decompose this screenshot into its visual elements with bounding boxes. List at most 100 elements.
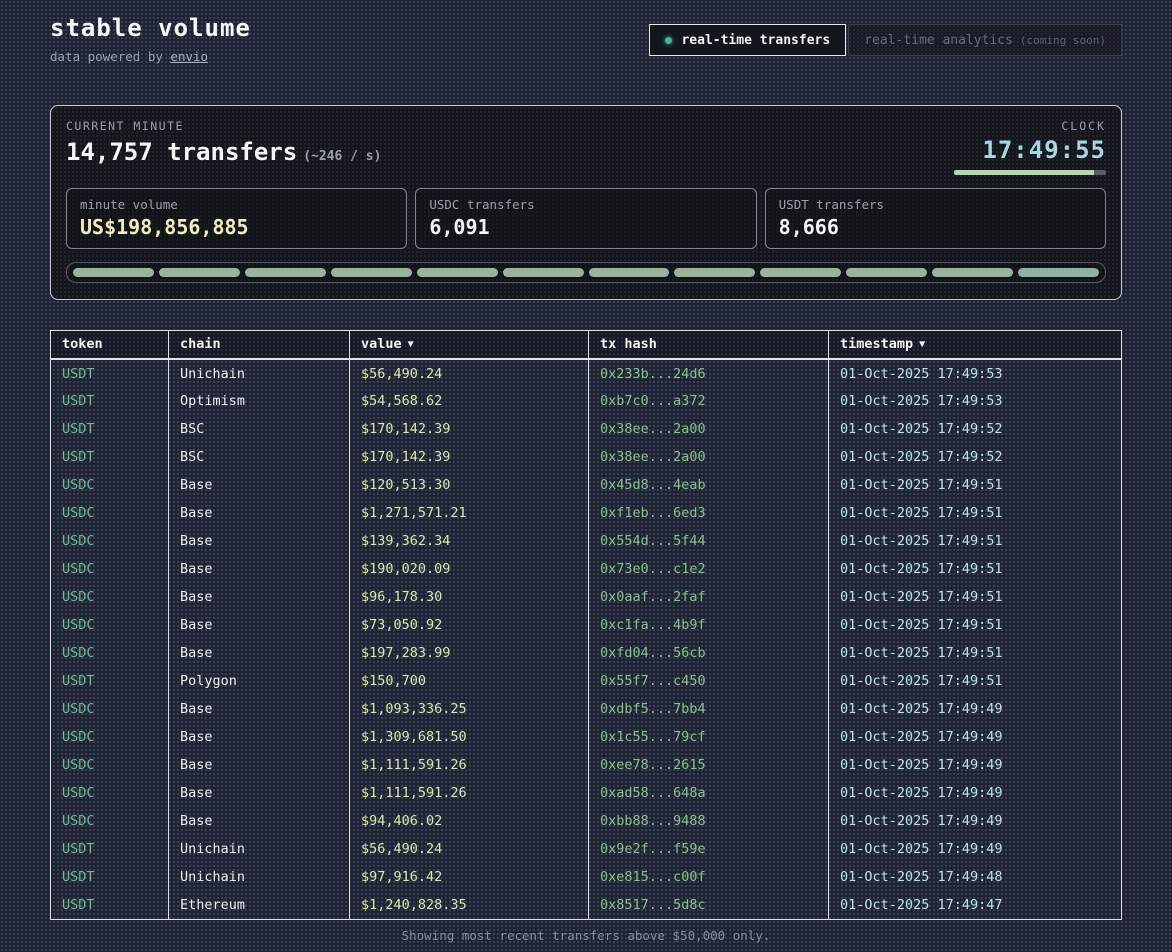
- stat-label: minute volume: [80, 197, 393, 212]
- minute-segment: [331, 268, 412, 277]
- cell-token: USDT: [51, 891, 169, 919]
- cell-token: USDC: [51, 639, 169, 667]
- table-row: USDCBase$1,111,591.260xee78...261501-Oct…: [51, 751, 1122, 779]
- cell-value: $139,362.34: [350, 527, 589, 555]
- cell-chain: Base: [169, 527, 350, 555]
- cell-tx_hash[interactable]: 0x38ee...2a00: [589, 443, 829, 471]
- cell-tx_hash[interactable]: 0x233b...24d6: [589, 359, 829, 387]
- cell-tx_hash[interactable]: 0xf1eb...6ed3: [589, 499, 829, 527]
- cell-chain: Base: [169, 499, 350, 527]
- cell-timestamp: 01-Oct-2025 17:49:51: [829, 499, 1122, 527]
- cell-timestamp: 01-Oct-2025 17:49:52: [829, 415, 1122, 443]
- cell-tx_hash[interactable]: 0x55f7...c450: [589, 667, 829, 695]
- cell-chain: Unichain: [169, 863, 350, 891]
- cell-value: $96,178.30: [350, 583, 589, 611]
- cell-value: $1,111,591.26: [350, 779, 589, 807]
- cell-token: USDC: [51, 611, 169, 639]
- cell-chain: BSC: [169, 443, 350, 471]
- table-row: USDCBase$1,111,591.260xad58...648a01-Oct…: [51, 779, 1122, 807]
- table-row: USDCBase$73,050.920xc1fa...4b9f01-Oct-20…: [51, 611, 1122, 639]
- stat-value: 8,666: [779, 215, 1092, 239]
- cell-tx_hash[interactable]: 0x8517...5d8c: [589, 891, 829, 919]
- cell-tx_hash[interactable]: 0x9e2f...f59e: [589, 835, 829, 863]
- page-header: stable volume data powered by envio real…: [50, 0, 1122, 105]
- cell-token: USDC: [51, 583, 169, 611]
- cell-timestamp: 01-Oct-2025 17:49:51: [829, 471, 1122, 499]
- current-minute-block: CURRENT MINUTE 14,757 transfers(~246 / s…: [66, 119, 381, 166]
- current-minute-label: CURRENT MINUTE: [66, 119, 381, 133]
- cell-tx_hash[interactable]: 0x0aaf...2faf: [589, 583, 829, 611]
- cell-chain: Base: [169, 555, 350, 583]
- sort-desc-icon: ▼: [408, 339, 414, 350]
- minute-segment: [760, 268, 841, 277]
- cell-value: $73,050.92: [350, 611, 589, 639]
- cell-tx_hash[interactable]: 0xfd04...56cb: [589, 639, 829, 667]
- col-header-tx-hash[interactable]: tx hash: [589, 331, 829, 360]
- tab-label: real-time analytics: [864, 33, 1013, 48]
- minute-segment: [245, 268, 326, 277]
- clock-label: CLOCK: [954, 119, 1106, 133]
- cell-token: USDT: [51, 387, 169, 415]
- cell-value: $1,309,681.50: [350, 723, 589, 751]
- cell-timestamp: 01-Oct-2025 17:49:53: [829, 359, 1122, 387]
- view-tabs: real-time transfers real-time analytics …: [649, 24, 1122, 56]
- cell-token: USDC: [51, 751, 169, 779]
- cell-tx_hash[interactable]: 0xad58...648a: [589, 779, 829, 807]
- cell-value: $120,513.30: [350, 471, 589, 499]
- cell-value: $56,490.24: [350, 359, 589, 387]
- cell-chain: Unichain: [169, 359, 350, 387]
- cell-token: USDC: [51, 471, 169, 499]
- clock-block: CLOCK 17:49:55: [954, 119, 1106, 175]
- cell-tx_hash[interactable]: 0xbb88...9488: [589, 807, 829, 835]
- cell-value: $170,142.39: [350, 415, 589, 443]
- transfers-table: token chain value▼ tx hash timestamp▼ US…: [50, 330, 1122, 920]
- cell-token: USDT: [51, 863, 169, 891]
- cell-value: $197,283.99: [350, 639, 589, 667]
- cell-tx_hash[interactable]: 0xdbf5...7bb4: [589, 695, 829, 723]
- col-header-chain[interactable]: chain: [169, 331, 350, 360]
- cell-token: USDT: [51, 667, 169, 695]
- tab-real-time-analytics[interactable]: real-time analytics (coming soon): [848, 24, 1122, 56]
- cell-tx_hash[interactable]: 0x45d8...4eab: [589, 471, 829, 499]
- stat-usdc-transfers: USDC transfers 6,091: [415, 188, 756, 249]
- cell-tx_hash[interactable]: 0x38ee...2a00: [589, 415, 829, 443]
- transfers-rate: (~246 / s): [303, 149, 381, 164]
- cell-chain: BSC: [169, 415, 350, 443]
- sort-desc-icon: ▼: [919, 339, 925, 350]
- cell-value: $54,568.62: [350, 387, 589, 415]
- clock-time: 17:49:55: [954, 136, 1106, 164]
- cell-tx_hash[interactable]: 0x1c55...79cf: [589, 723, 829, 751]
- cell-tx_hash[interactable]: 0xee78...2615: [589, 751, 829, 779]
- cell-token: USDC: [51, 555, 169, 583]
- cell-timestamp: 01-Oct-2025 17:49:49: [829, 807, 1122, 835]
- minute-segment: [932, 268, 1013, 277]
- cell-value: $94,406.02: [350, 807, 589, 835]
- cell-token: USDC: [51, 527, 169, 555]
- cell-tx_hash[interactable]: 0xb7c0...a372: [589, 387, 829, 415]
- coming-soon-note: (coming soon): [1020, 34, 1106, 47]
- cell-chain: Base: [169, 611, 350, 639]
- cell-value: $1,271,571.21: [350, 499, 589, 527]
- cell-tx_hash[interactable]: 0xc1fa...4b9f: [589, 611, 829, 639]
- cell-value: $1,111,591.26: [350, 751, 589, 779]
- transfers-count: 14,757 transfers(~246 / s): [66, 138, 381, 166]
- cell-tx_hash[interactable]: 0xe815...c00f: [589, 863, 829, 891]
- cell-chain: Base: [169, 807, 350, 835]
- minute-segment: [674, 268, 755, 277]
- cell-chain: Base: [169, 723, 350, 751]
- table-row: USDCBase$120,513.300x45d8...4eab01-Oct-2…: [51, 471, 1122, 499]
- table-row: USDCBase$1,093,336.250xdbf5...7bb401-Oct…: [51, 695, 1122, 723]
- table-row: USDCBase$190,020.090x73e0...c1e201-Oct-2…: [51, 555, 1122, 583]
- tab-real-time-transfers[interactable]: real-time transfers: [649, 24, 846, 56]
- stat-label: USDT transfers: [779, 197, 1092, 212]
- cell-value: $150,700: [350, 667, 589, 695]
- col-header-timestamp[interactable]: timestamp▼: [829, 331, 1122, 360]
- envio-link[interactable]: envio: [170, 49, 208, 64]
- col-header-token[interactable]: token: [51, 331, 169, 360]
- cell-tx_hash[interactable]: 0x554d...5f44: [589, 527, 829, 555]
- cell-tx_hash[interactable]: 0x73e0...c1e2: [589, 555, 829, 583]
- table-row: USDTOptimism$54,568.620xb7c0...a37201-Oc…: [51, 387, 1122, 415]
- minute-segments: [66, 262, 1106, 283]
- cell-chain: Base: [169, 779, 350, 807]
- col-header-value[interactable]: value▼: [350, 331, 589, 360]
